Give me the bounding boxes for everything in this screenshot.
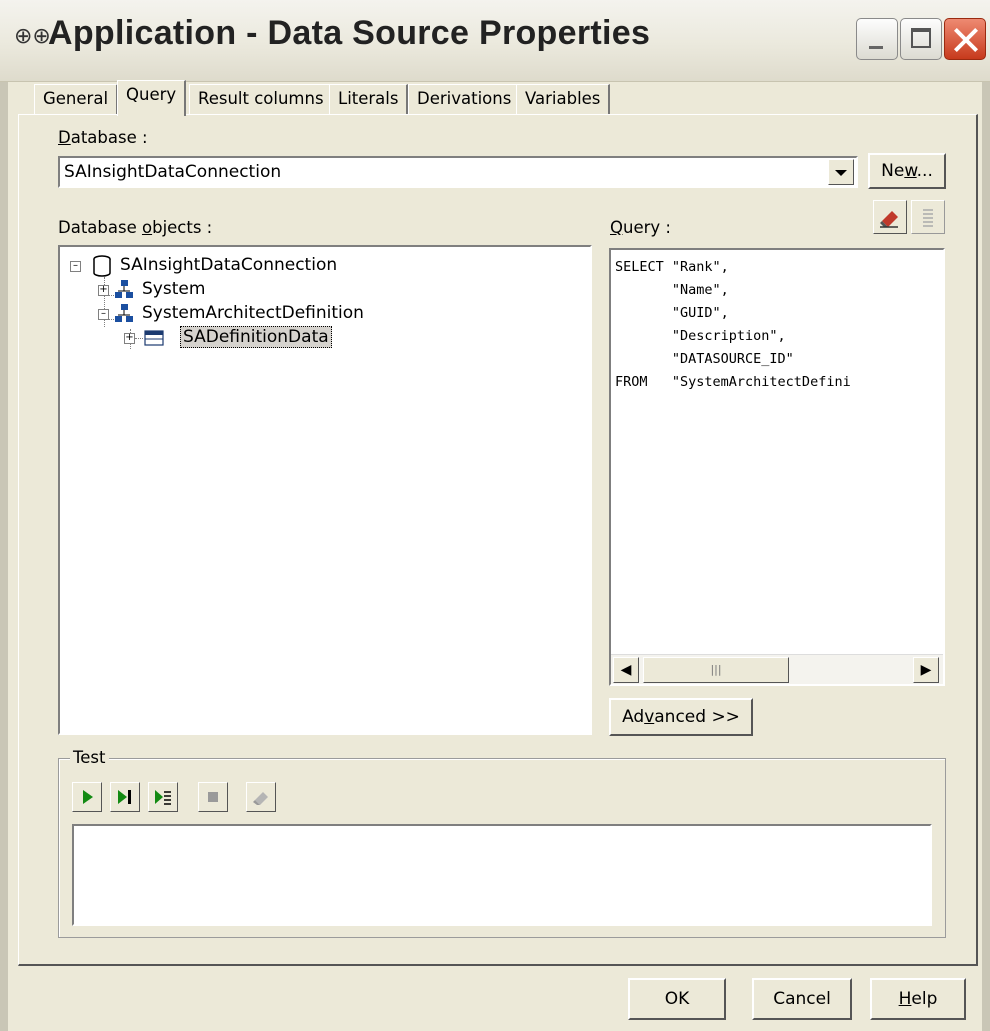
tab-result-columns[interactable]: Result columns bbox=[189, 84, 334, 114]
query-textarea[interactable]: SELECT "Rank", "Name", "GUID", "Descript… bbox=[609, 248, 945, 686]
text-lines-icon bbox=[923, 209, 933, 227]
help-button[interactable]: Help bbox=[870, 978, 966, 1020]
clear-button[interactable] bbox=[246, 782, 276, 812]
tab-variables[interactable]: Variables bbox=[516, 84, 611, 114]
table-icon bbox=[144, 330, 164, 346]
window-title: Application - Data Source Properties bbox=[48, 14, 651, 52]
database-select[interactable]: SAInsightDataConnection bbox=[58, 156, 858, 188]
format-query-button[interactable] bbox=[911, 200, 945, 234]
scroll-right-icon[interactable]: ▶ bbox=[913, 657, 939, 683]
scroll-left-icon[interactable]: ◀ bbox=[613, 657, 639, 683]
tab-literals[interactable]: Literals bbox=[329, 84, 409, 114]
query-label: Query : bbox=[610, 218, 671, 237]
stop-icon bbox=[208, 792, 218, 802]
run-step-icon bbox=[155, 790, 171, 805]
new-database-button[interactable]: New... bbox=[868, 153, 946, 189]
ok-button[interactable]: OK bbox=[628, 978, 726, 1020]
database-label: Database : bbox=[58, 128, 148, 147]
query-horizontal-scrollbar[interactable]: ◀ ||| ▶ bbox=[611, 654, 943, 684]
run-single-button[interactable] bbox=[110, 782, 140, 812]
tab-general[interactable]: General bbox=[34, 84, 119, 114]
clear-icon bbox=[253, 792, 268, 805]
eraser-icon bbox=[880, 211, 898, 228]
maximize-button[interactable] bbox=[900, 18, 942, 60]
stop-button[interactable] bbox=[198, 782, 228, 812]
test-legend: Test bbox=[70, 748, 109, 767]
window-frame-right bbox=[982, 82, 990, 1031]
edit-query-button[interactable] bbox=[873, 200, 907, 234]
app-icon: ⊕⊕ bbox=[14, 24, 51, 49]
schema-icon bbox=[115, 304, 133, 322]
chevron-down-icon[interactable] bbox=[828, 159, 854, 185]
close-button[interactable] bbox=[944, 18, 986, 60]
tree-item[interactable]: + SADefinitionData bbox=[124, 326, 424, 351]
collapse-icon[interactable]: – bbox=[98, 309, 109, 320]
expand-icon[interactable]: + bbox=[124, 333, 135, 344]
tree-item-label: System bbox=[142, 279, 206, 299]
tree-item-label: SAInsightDataConnection bbox=[120, 255, 338, 275]
query-text: SELECT "Rank", "Name", "GUID", "Descript… bbox=[615, 259, 851, 390]
database-select-value: SAInsightDataConnection bbox=[64, 162, 282, 182]
database-objects-tree[interactable]: – SAInsightDataConnection + System – Sys… bbox=[58, 245, 592, 735]
minimize-button[interactable] bbox=[856, 18, 898, 60]
tab-derivations[interactable]: Derivations bbox=[408, 84, 522, 114]
run-step-button[interactable] bbox=[148, 782, 178, 812]
run-icon bbox=[83, 790, 93, 804]
tree-item[interactable]: + System bbox=[94, 279, 394, 303]
tree-item-label-selected: SADefinitionData bbox=[180, 326, 332, 348]
scroll-thumb[interactable]: ||| bbox=[643, 657, 789, 683]
tree-item-label: SystemArchitectDefinition bbox=[142, 303, 364, 323]
schema-icon bbox=[115, 280, 133, 298]
database-icon bbox=[93, 255, 111, 277]
database-objects-label: Database objects : bbox=[58, 218, 213, 237]
advanced-button[interactable]: Advanced >> bbox=[609, 698, 753, 736]
title-bar[interactable]: ⊕⊕ Application - Data Source Properties bbox=[0, 0, 990, 82]
run-single-icon bbox=[118, 790, 131, 804]
tab-query[interactable]: Query bbox=[117, 80, 187, 116]
run-button[interactable] bbox=[72, 782, 102, 812]
expand-icon[interactable]: + bbox=[98, 285, 109, 296]
tree-item[interactable]: – SAInsightDataConnection bbox=[70, 255, 490, 279]
cancel-button[interactable]: Cancel bbox=[752, 978, 852, 1020]
test-output-area[interactable] bbox=[72, 824, 932, 926]
window-frame-left bbox=[0, 82, 8, 1031]
collapse-icon[interactable]: – bbox=[70, 261, 81, 272]
tree-item[interactable]: – SystemArchitectDefinition bbox=[94, 303, 514, 327]
